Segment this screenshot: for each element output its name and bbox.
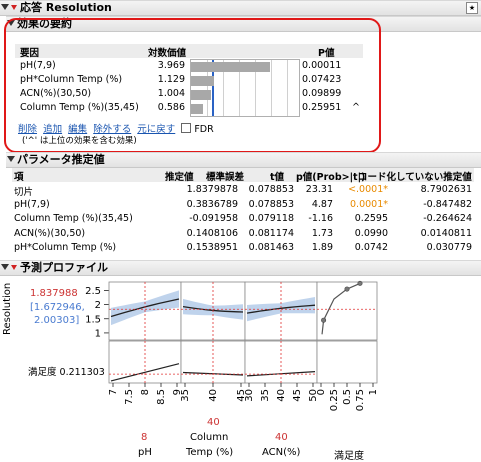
desirability-handle (344, 286, 350, 292)
bottom-axis-tick-label: 0.5 (342, 389, 353, 405)
profiler-plot[interactable]: 2.521.517 7.5 8 8.5 935 40 4530 35 40 45 500 0.25 0.… (0, 0, 481, 462)
bottom-axis-tick-label: 8.5 (156, 389, 167, 405)
desirability-panel (316, 340, 378, 384)
bottom-axis-tick-label: 40 (208, 389, 219, 402)
bottom-axis-tick-label: 30 (244, 389, 255, 402)
top-axis-tick-label: 2 (95, 300, 101, 311)
desirability-handle (321, 317, 327, 323)
bottom-axis-tick-label: 0.25 (329, 389, 340, 411)
column-temp-current-value[interactable]: 40 (207, 417, 220, 428)
bottom-axis-tick-label: 8 (140, 389, 151, 395)
desirability-axis-label: 満足度 (334, 451, 364, 462)
desirability-handle (357, 280, 363, 286)
acn-current-value[interactable]: 40 (275, 432, 288, 443)
bottom-axis-tick-label: 1 (368, 389, 379, 395)
bottom-axis-tick-label: 7.5 (124, 389, 135, 405)
bottom-axis-tick-label: 40 (276, 389, 287, 402)
ph-factor-label: pH (138, 447, 152, 458)
bottom-axis-tick-label: 0 (316, 389, 327, 395)
bottom-axis-tick-label: 35 (260, 389, 271, 402)
ph-current-value[interactable]: 8 (141, 432, 147, 443)
column-temp-factor-label-2: Temp (%) (186, 447, 234, 458)
bottom-axis-tick-label: 7 (108, 389, 119, 395)
bottom-axis-tick-label: 45 (292, 389, 303, 402)
top-axis-tick-label: 2.5 (85, 286, 101, 297)
top-axis-tick-label: 1.5 (85, 314, 101, 325)
top-axis-tick-label: 1 (95, 328, 101, 339)
column-temp-factor-label-1: Column (190, 432, 229, 443)
acn-factor-label: ACN(%) (262, 447, 301, 458)
bottom-axis-tick-label: 0.75 (355, 389, 366, 411)
bottom-axis-tick-label: 35 (180, 389, 191, 402)
